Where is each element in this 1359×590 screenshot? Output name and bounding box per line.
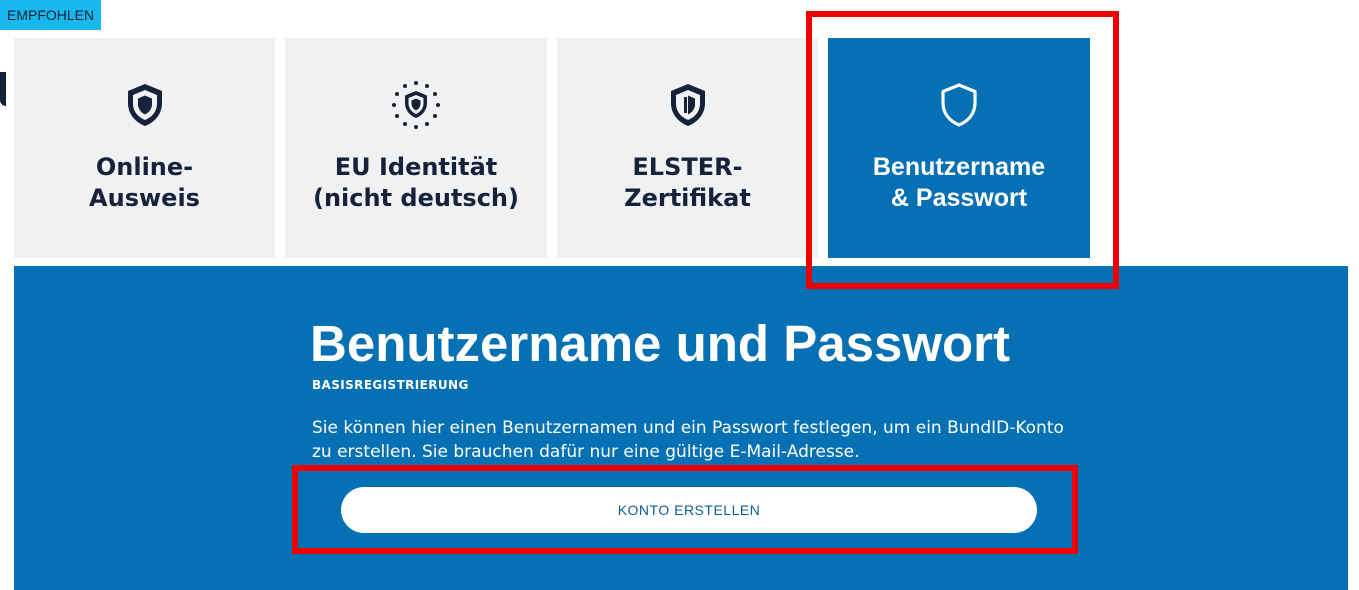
create-account-button[interactable]: KONTO ERSTELLEN bbox=[341, 487, 1037, 533]
content-panel: Benutzername und Passwort BASISREGISTRIE… bbox=[14, 266, 1348, 590]
tab-label: ELSTER- Zertifikat bbox=[624, 153, 751, 212]
panel-description: Sie können hier einen Benutzernamen und … bbox=[312, 418, 1064, 462]
tab-eu-identitaet[interactable]: EU Identität (nicht deutsch) bbox=[285, 38, 547, 258]
panel-subtitle: BASISREGISTRIERUNG bbox=[312, 378, 469, 392]
tab-online-ausweis[interactable]: Online- Ausweis bbox=[14, 38, 275, 258]
tab-label: Benutzername & Passwort bbox=[872, 153, 1046, 212]
shield-outline-icon bbox=[828, 82, 1090, 128]
eu-stars-shield-icon bbox=[285, 81, 547, 129]
tab-benutzername-passwort[interactable]: Benutzername & Passwort bbox=[828, 38, 1090, 258]
shield-icon bbox=[14, 82, 275, 128]
panel-title: Benutzername und Passwort bbox=[310, 315, 1010, 372]
tab-edge-mark bbox=[0, 72, 6, 106]
elster-shield-icon bbox=[557, 82, 818, 128]
tab-elster-zertifikat[interactable]: ELSTER- Zertifikat bbox=[557, 38, 818, 258]
tab-label: EU Identität (nicht deutsch) bbox=[312, 153, 519, 212]
tab-label: Online- Ausweis bbox=[89, 153, 200, 212]
recommended-badge: EMPFOHLEN bbox=[0, 0, 102, 30]
